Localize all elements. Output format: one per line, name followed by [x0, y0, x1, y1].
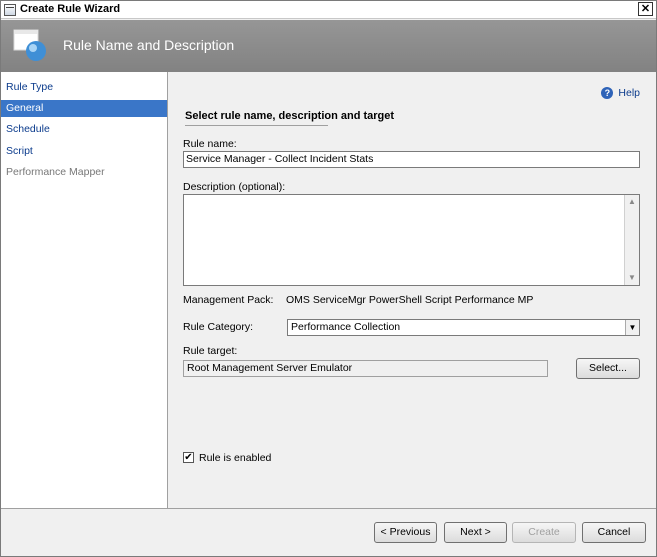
chevron-down-icon[interactable]: ▼ — [625, 320, 639, 335]
create-rule-wizard-window: Create Rule Wizard ✕ Rule Name and Descr… — [0, 0, 657, 557]
cancel-button[interactable]: Cancel — [582, 522, 646, 543]
rule-enabled-checkbox[interactable]: ✔ — [183, 452, 194, 463]
previous-button[interactable]: < Previous — [374, 522, 437, 543]
main-panel: ? Help Select rule name, description and… — [169, 72, 656, 508]
create-button: Create — [512, 522, 576, 543]
help-link[interactable]: ? Help — [601, 87, 640, 99]
rule-enabled-label: Rule is enabled — [199, 452, 272, 464]
page-title: Rule Name and Description — [63, 37, 235, 53]
management-pack-value: OMS ServiceMgr PowerShell Script Perform… — [286, 294, 534, 306]
rule-category-value: Performance Collection — [291, 321, 401, 333]
section-divider — [185, 125, 328, 126]
description-textarea[interactable]: ▲ ▼ — [183, 194, 640, 286]
wizard-footer: < Previous Next > Create Cancel — [1, 508, 656, 556]
nav-item-rule-type[interactable]: Rule Type — [1, 79, 167, 96]
nav-item-schedule[interactable]: Schedule — [1, 121, 167, 138]
help-icon: ? — [601, 87, 614, 99]
close-button[interactable]: ✕ — [638, 2, 653, 16]
description-label: Description (optional): — [183, 181, 286, 193]
wizard-steps-nav: Rule Type General Schedule Script Perfor… — [1, 72, 168, 508]
window-icon — [4, 4, 16, 16]
scroll-up-icon[interactable]: ▲ — [625, 195, 639, 209]
scroll-down-icon[interactable]: ▼ — [625, 271, 639, 285]
wizard-icon — [13, 29, 46, 61]
management-pack-label: Management Pack: — [183, 294, 274, 306]
rule-target-label: Rule target: — [183, 345, 238, 357]
rule-category-select[interactable]: Performance Collection ▼ — [287, 319, 640, 336]
window-title: Create Rule Wizard — [20, 3, 121, 15]
select-target-button[interactable]: Select... — [576, 358, 640, 379]
header-banner: Rule Name and Description — [1, 20, 656, 72]
title-bar: Create Rule Wizard ✕ — [1, 1, 656, 19]
nav-item-general[interactable]: General — [1, 100, 167, 117]
nav-item-script[interactable]: Script — [1, 143, 167, 160]
rule-name-input[interactable]: Service Manager - Collect Incident Stats — [183, 151, 640, 168]
section-title: Select rule name, description and target — [185, 110, 395, 122]
help-label: Help — [618, 87, 640, 99]
next-button[interactable]: Next > — [444, 522, 507, 543]
nav-item-performance-mapper: Performance Mapper — [6, 166, 105, 178]
description-scrollbar[interactable]: ▲ ▼ — [624, 195, 639, 285]
rule-category-label: Rule Category: — [183, 321, 254, 333]
rule-target-field: Root Management Server Emulator — [183, 360, 548, 377]
rule-name-label: Rule name: — [183, 138, 237, 150]
